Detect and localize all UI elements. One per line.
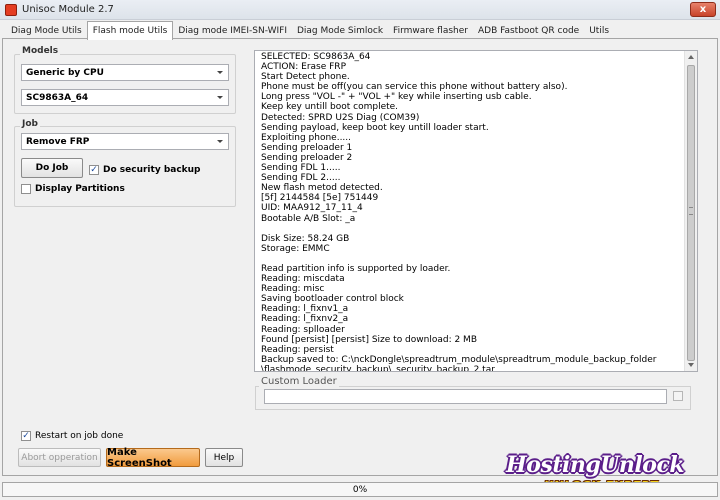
cpu-select[interactable]: SC9863A_64 [21, 89, 229, 106]
scroll-thumb[interactable] [687, 65, 695, 361]
app-icon [5, 3, 17, 16]
custom-loader-checkbox[interactable] [673, 391, 683, 401]
progress-text: 0% [352, 484, 368, 495]
vendor-value: Generic by CPU [26, 67, 104, 78]
check-icon: ✓ [21, 430, 31, 441]
title-bar: Unisoc Module 2.7 x [0, 0, 720, 20]
log-line: Bootable A/B Slot: _a [261, 213, 356, 224]
vendor-select[interactable]: Generic by CPU [21, 64, 229, 81]
log-line: Detected: SPRD U2S Diag (COM39) [261, 112, 420, 123]
grip-icon [689, 207, 693, 215]
log-scrollbar[interactable] [684, 51, 697, 371]
tab-diag-mode-imei[interactable]: Diag mode IMEI-SN-WIFI [173, 23, 292, 39]
security-backup-checkbox[interactable]: ✓ Do security backup [89, 165, 201, 175]
log-line: UID: MAA912_17_11_4 [261, 203, 363, 214]
log-line: Exploiting phone..... [261, 132, 352, 143]
cpu-value: SC9863A_64 [26, 92, 89, 103]
log-line: New flash metod detected. [261, 183, 383, 194]
tab-adb-fastboot[interactable]: ADB Fastboot QR code [473, 23, 584, 39]
log-line: Sending payload, keep boot key untill lo… [261, 122, 489, 133]
custom-loader-input[interactable] [264, 389, 667, 404]
log-line: Saving bootloader control block [261, 294, 404, 305]
log-line: Disk Size: 58.24 GB [261, 233, 350, 244]
log-line: Reading: l_fixnv1_a [261, 304, 349, 315]
log-line: Read partition info is supported by load… [261, 263, 451, 274]
tab-strip: Diag Mode Utils Flash mode Utils Diag mo… [6, 21, 720, 40]
scroll-up-icon[interactable] [688, 55, 694, 59]
log-line: SELECTED: SC9863A_64 [261, 52, 371, 62]
tab-firmware-flasher[interactable]: Firmware flasher [388, 23, 473, 39]
log-line: Long press "VOL -" + "VOL +" key while i… [261, 92, 532, 103]
watermark-main: HostingUnlock [506, 452, 685, 478]
models-label: Models [20, 46, 61, 56]
close-icon: x [699, 4, 707, 15]
log-line: Reading: persist [261, 344, 334, 355]
check-icon: ✓ [89, 164, 99, 175]
log-line: [5f] 2144584 [5e] 751449 [261, 193, 379, 204]
tab-flash-mode-utils[interactable]: Flash mode Utils [86, 21, 174, 40]
log-line: Reading: l_fixnv2_a [261, 314, 349, 325]
display-partitions-label: Display Partitions [35, 184, 125, 194]
checkbox-empty-icon [21, 184, 31, 194]
log-line: ACTION: Erase FRP [261, 62, 346, 73]
log-line: Phone must be off(you can service this p… [261, 82, 568, 93]
chevron-down-icon [217, 71, 223, 74]
log-text: SELECTED: SC9863A_64 ACTION: Erase FRP Sta… [261, 52, 681, 372]
log-line: Sending FDL 2..... [261, 173, 341, 184]
restart-checkbox[interactable]: ✓ Restart on job done [21, 431, 123, 441]
log-output[interactable]: SELECTED: SC9863A_64 ACTION: Erase FRP Sta… [254, 50, 698, 372]
tab-utils[interactable]: Utils [584, 23, 614, 39]
log-line: Keep key untill boot complete. [261, 102, 399, 113]
log-line: Storage: EMMC [261, 243, 330, 254]
chevron-down-icon [217, 140, 223, 143]
log-line: Reading: splloader [261, 324, 345, 335]
log-line: Found [persist] [persist] Size to downlo… [261, 334, 477, 345]
tab-diag-mode-utils[interactable]: Diag Mode Utils [6, 23, 87, 39]
scroll-down-icon[interactable] [688, 363, 694, 367]
log-line: Sending preloader 1 [261, 142, 353, 153]
help-button[interactable]: Help [205, 448, 243, 467]
chevron-down-icon [217, 96, 223, 99]
log-line: Backup saved to: C:\nckDongle\spreadtrum… [261, 354, 657, 365]
log-line: Sending FDL 1..... [261, 163, 341, 174]
window-title: Unisoc Module 2.7 [22, 4, 114, 15]
do-job-button[interactable]: Do Job [21, 158, 83, 178]
tab-diag-mode-simlock[interactable]: Diag Mode Simlock [292, 23, 388, 39]
custom-loader-label: Custom Loader [259, 376, 339, 387]
progress-bar: 0% [2, 482, 718, 497]
job-label: Job [20, 119, 40, 129]
display-partitions-checkbox[interactable]: Display Partitions [21, 184, 125, 194]
log-line: Reading: miscdata [261, 274, 345, 285]
security-backup-label: Do security backup [103, 165, 201, 175]
close-button[interactable]: x [690, 2, 716, 17]
screenshot-button[interactable]: Make ScreenShot [106, 447, 200, 469]
abort-button[interactable]: Abort opperation [18, 448, 101, 467]
log-line: Start Detect phone. [261, 72, 350, 83]
job-value: Remove FRP [26, 136, 90, 147]
restart-label: Restart on job done [35, 431, 124, 441]
log-line: Sending preloader 2 [261, 152, 353, 163]
job-select[interactable]: Remove FRP [21, 133, 229, 150]
log-line: Reading: misc [261, 284, 325, 295]
log-line: \flashmode_security_backup\_security_bac… [261, 364, 495, 372]
